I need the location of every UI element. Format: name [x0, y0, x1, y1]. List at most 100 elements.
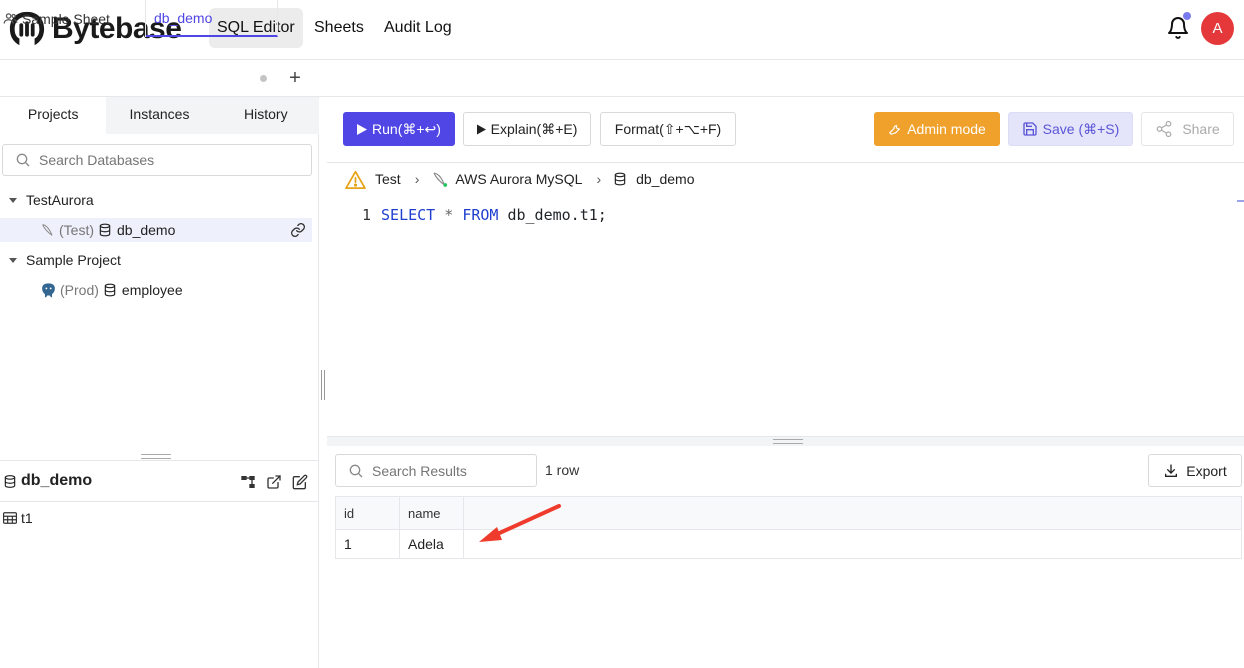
share-label: Share	[1182, 121, 1220, 137]
users-icon	[3, 13, 18, 24]
line-number: 1	[362, 206, 372, 224]
database-icon	[104, 283, 116, 297]
tab-label: db_demo	[154, 9, 213, 26]
database-icon	[4, 474, 16, 488]
nav-sheets[interactable]: Sheets	[306, 8, 372, 48]
share-icon	[1156, 120, 1172, 138]
tree-database-db-demo[interactable]: (Test) db_demo	[0, 218, 312, 242]
sheet-tab-bar	[0, 60, 1244, 97]
search-icon	[16, 153, 30, 167]
schema-panel-title: db_demo	[3, 470, 92, 492]
cell-name[interactable]: Adela	[399, 529, 464, 559]
row-count: 1 row	[545, 462, 580, 478]
sql-keyword: FROM	[462, 206, 499, 224]
database-name: db_demo	[117, 222, 176, 238]
left-panel	[0, 97, 319, 668]
result-table: id name 1 Adela	[335, 496, 1242, 559]
editor-ruler	[1237, 200, 1244, 202]
format-button[interactable]: Format(⇧+⌥+F)	[600, 112, 736, 146]
table-icon	[3, 512, 17, 524]
tree-project-testaurora[interactable]: TestAurora	[0, 188, 94, 212]
column-header-name[interactable]: name	[399, 496, 464, 530]
sql-editor-line[interactable]: 1 SELECT * FROM db_demo.t1;	[362, 205, 607, 225]
save-icon	[1023, 122, 1037, 136]
panel-resize-handle[interactable]	[141, 454, 171, 459]
export-label: Export	[1186, 462, 1227, 479]
warning-icon	[345, 170, 366, 189]
share-button[interactable]: Share	[1141, 112, 1234, 146]
tab-db-demo[interactable]: db_demo	[146, 0, 278, 37]
chevron-down-icon[interactable]	[9, 197, 17, 203]
aurora-icon	[42, 224, 53, 236]
save-label: Save (⌘+S)	[1042, 120, 1120, 137]
annotation-arrow-icon	[479, 504, 561, 542]
breadcrumb-environment[interactable]: Test	[375, 171, 401, 187]
project-name: Sample Project	[26, 252, 121, 268]
result-search-input[interactable]	[372, 462, 522, 479]
sql-keyword: SELECT	[381, 206, 436, 224]
database-name: employee	[121, 282, 183, 298]
search-icon	[349, 464, 363, 477]
edit-icon[interactable]	[292, 474, 308, 490]
avatar[interactable]: A	[1201, 12, 1234, 45]
play-icon	[357, 123, 368, 135]
toolbar-divider	[327, 162, 1244, 163]
table-row: 1 Adela	[335, 529, 1242, 559]
sql-space	[435, 206, 444, 224]
environment-label: (Prod)	[60, 282, 99, 298]
download-icon	[1165, 463, 1178, 477]
admin-mode-button[interactable]: Admin mode	[874, 112, 1000, 146]
add-tab-button[interactable]: +	[285, 66, 305, 90]
export-button[interactable]: Export	[1148, 454, 1242, 487]
tab-sample-sheet[interactable]: Sample Sheet	[0, 0, 146, 37]
unsaved-dot-icon[interactable]	[260, 75, 267, 82]
save-button[interactable]: Save (⌘+S)	[1008, 112, 1133, 146]
environment-label: (Test)	[59, 222, 94, 238]
play-icon	[476, 124, 486, 134]
external-link-icon[interactable]	[266, 474, 282, 490]
tab-instances[interactable]: Instances	[106, 97, 212, 132]
database-icon	[614, 172, 626, 186]
cell-id[interactable]: 1	[335, 529, 400, 559]
run-button[interactable]: Run(⌘+↩)	[343, 112, 455, 146]
tab-projects[interactable]: Projects	[0, 97, 107, 134]
notification-badge	[1182, 11, 1192, 21]
sidebar-tabs: Projects Instances History	[0, 97, 319, 134]
link-icon[interactable]	[290, 222, 306, 238]
column-header-filler	[463, 496, 1242, 530]
admin-label: Admin mode	[907, 121, 986, 137]
tab-history[interactable]: History	[213, 97, 319, 132]
sql-identifier: db_demo.t1;	[507, 206, 607, 224]
wrench-icon	[889, 125, 901, 135]
run-label: Run(⌘+↩)	[372, 120, 441, 137]
schema-database-name: db_demo	[21, 472, 93, 489]
tree-project-sample-project[interactable]: Sample Project	[0, 248, 121, 272]
explain-label: Explain(⌘+E)	[490, 120, 578, 137]
panel-divider	[0, 460, 319, 461]
schema-divider	[0, 501, 319, 502]
cell-filler	[463, 529, 1242, 559]
tab-label: Sample Sheet	[22, 10, 110, 27]
explain-button[interactable]: Explain(⌘+E)	[463, 112, 591, 146]
table-item[interactable]: t1	[3, 508, 33, 528]
database-icon	[99, 223, 111, 237]
chevron-right-icon: ›	[414, 171, 420, 187]
format-label: Format(⇧+⌥+F)	[614, 120, 722, 137]
database-search-box	[2, 144, 312, 176]
nav-audit-log[interactable]: Audit Log	[376, 8, 460, 48]
database-search-input[interactable]	[39, 152, 299, 168]
connection-breadcrumb: Test › AWS Aurora MySQL › db_demo	[345, 168, 695, 190]
diagram-icon[interactable]	[240, 474, 256, 490]
breadcrumb-instance[interactable]: AWS Aurora MySQL	[455, 171, 582, 187]
sql-space	[453, 206, 462, 224]
tree-database-employee[interactable]: (Prod) employee	[0, 278, 183, 302]
project-name: TestAurora	[26, 192, 94, 208]
editor-resize-handle[interactable]	[773, 439, 803, 444]
aurora-icon	[433, 172, 448, 187]
chevron-right-icon: ›	[596, 171, 602, 187]
chevron-down-icon[interactable]	[9, 257, 17, 263]
column-header-id[interactable]: id	[335, 496, 400, 530]
sql-operator: *	[444, 206, 454, 224]
vertical-resize-handle[interactable]	[321, 370, 325, 400]
breadcrumb-database[interactable]: db_demo	[636, 171, 694, 187]
